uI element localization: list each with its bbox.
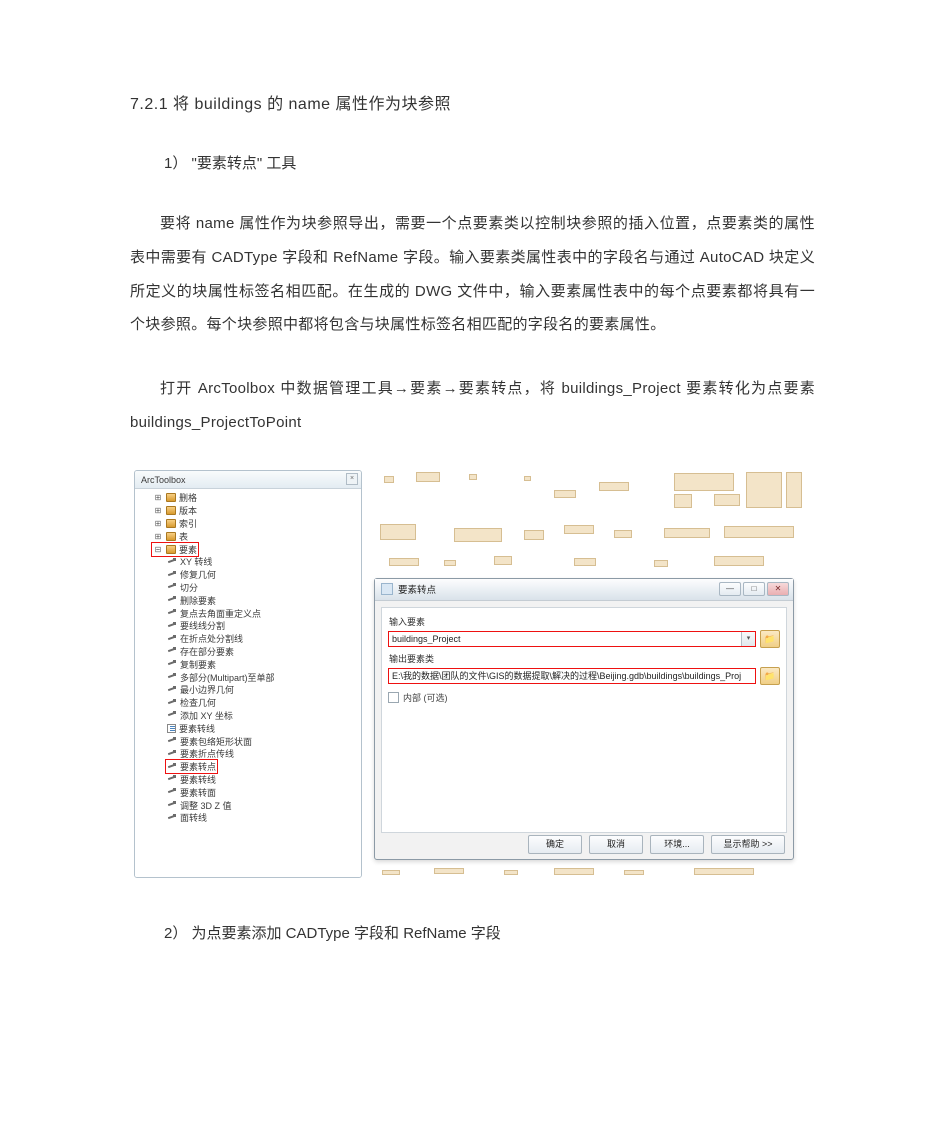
- tree-tool[interactable]: 复制要素: [139, 658, 361, 671]
- hammer-icon: [167, 659, 177, 669]
- hammer-icon: [167, 762, 177, 772]
- feature-to-point-dialog: 要素转点 — □ ✕ 输入要素 buildings_Project ▾ 📁 输出…: [374, 578, 794, 860]
- paragraph-2: 打开 ArcToolbox 中数据管理工具→要素→要素转点，将 building…: [130, 372, 815, 440]
- map-and-dialog-area: 要素转点 — □ ✕ 输入要素 buildings_Project ▾ 📁 输出…: [374, 470, 815, 878]
- dialog-title: 要素转点: [398, 582, 717, 596]
- toolbox-icon: [166, 545, 176, 554]
- arctoolbox-panel: ArcToolbox × 删格 版本 索引 表 要素 XY 转线 修复几何 切分…: [134, 470, 362, 878]
- hammer-icon: [167, 672, 177, 682]
- maximize-button[interactable]: □: [743, 582, 765, 596]
- tree-tool[interactable]: 多部分(Multipart)至单部: [139, 671, 361, 684]
- pin-icon[interactable]: ×: [346, 473, 358, 485]
- hammer-icon: [167, 736, 177, 746]
- tree-folder[interactable]: 版本: [139, 504, 361, 517]
- arctoolbox-title-text: ArcToolbox: [141, 475, 186, 485]
- step-2-label: 2） 为点要素添加 CADType 字段和 RefName 字段: [164, 922, 815, 943]
- tree-folder-features[interactable]: 要素: [139, 543, 361, 556]
- tree-tool[interactable]: 在折点处分割线: [139, 632, 361, 645]
- browse-output-button[interactable]: 📁: [760, 667, 780, 685]
- hammer-icon: [167, 646, 177, 656]
- tree-tool[interactable]: 要素转面: [139, 786, 361, 799]
- hammer-icon: [167, 621, 177, 631]
- hammer-icon: [167, 787, 177, 797]
- toolbox-icon: [166, 532, 176, 541]
- tree-tool[interactable]: 复点去角面重定义点: [139, 607, 361, 620]
- expand-icon[interactable]: [153, 531, 163, 541]
- ok-button[interactable]: 确定: [528, 835, 582, 854]
- expand-icon[interactable]: [153, 493, 163, 503]
- collapse-icon[interactable]: [153, 544, 163, 554]
- output-features-value: E:\我的数据\团队的文件\GIS的数据提取\解决的过程\Beijing.gdb…: [389, 669, 755, 682]
- output-features-field[interactable]: E:\我的数据\团队的文件\GIS的数据提取\解决的过程\Beijing.gdb…: [388, 668, 756, 684]
- tree-tool-feature-to-point[interactable]: 要素转点: [139, 760, 361, 773]
- script-icon: [167, 724, 176, 733]
- tree-tool[interactable]: 切分: [139, 581, 361, 594]
- figure-row: ArcToolbox × 删格 版本 索引 表 要素 XY 转线 修复几何 切分…: [134, 470, 815, 878]
- arctoolbox-tree[interactable]: 删格 版本 索引 表 要素 XY 转线 修复几何 切分 删除要素 复点去角面重定…: [135, 489, 361, 877]
- hammer-icon: [167, 595, 177, 605]
- environments-button[interactable]: 环境...: [650, 835, 704, 854]
- tree-tool[interactable]: 要素包络矩形状面: [139, 735, 361, 748]
- toolbox-icon: [166, 493, 176, 502]
- arctoolbox-titlebar: ArcToolbox ×: [135, 471, 361, 489]
- tree-tool[interactable]: 存在部分要素: [139, 645, 361, 658]
- tree-tool[interactable]: 添加 XY 坐标: [139, 709, 361, 722]
- tree-tool[interactable]: 要素折点传线: [139, 747, 361, 760]
- tree-tool[interactable]: 面转线: [139, 811, 361, 824]
- tree-tool[interactable]: 最小边界几何: [139, 683, 361, 696]
- tree-folder[interactable]: 删格: [139, 492, 361, 505]
- tree-tool[interactable]: 要线线分割: [139, 619, 361, 632]
- show-help-button[interactable]: 显示帮助 >>: [711, 835, 785, 854]
- hammer-icon: [167, 557, 177, 567]
- hammer-icon: [167, 634, 177, 644]
- hammer-icon: [167, 685, 177, 695]
- hammer-icon: [167, 608, 177, 618]
- tree-folder[interactable]: 索引: [139, 517, 361, 530]
- dialog-button-row: 确定 取消 环境... 显示帮助 >>: [528, 835, 785, 854]
- inside-checkbox-label: 内部 (可选): [403, 691, 448, 704]
- tree-tool[interactable]: 检查几何: [139, 696, 361, 709]
- hammer-icon: [167, 710, 177, 720]
- checkbox-icon[interactable]: [388, 692, 399, 703]
- tree-tool[interactable]: 删除要素: [139, 594, 361, 607]
- browse-input-button[interactable]: 📁: [760, 630, 780, 648]
- toolbox-icon: [166, 519, 176, 528]
- hammer-icon: [167, 749, 177, 759]
- dialog-titlebar[interactable]: 要素转点 — □ ✕: [375, 579, 793, 601]
- hammer-icon: [167, 800, 177, 810]
- input-features-combo[interactable]: buildings_Project ▾: [388, 631, 756, 647]
- hammer-icon: [167, 582, 177, 592]
- expand-icon[interactable]: [153, 506, 163, 516]
- input-features-value: buildings_Project: [389, 634, 741, 644]
- dialog-body: 输入要素 buildings_Project ▾ 📁 输出要素类 E:\我的数据…: [381, 607, 787, 833]
- section-heading: 7.2.1 将 buildings 的 name 属性作为块参照: [130, 90, 815, 114]
- tree-tool[interactable]: 要素转线: [139, 722, 361, 735]
- hammer-icon: [167, 774, 177, 784]
- tree-tool[interactable]: XY 转线: [139, 555, 361, 568]
- tree-tool[interactable]: 调整 3D Z 值: [139, 799, 361, 812]
- step-1-label: 1） "要素转点" 工具: [164, 152, 815, 173]
- cancel-button[interactable]: 取消: [589, 835, 643, 854]
- dropdown-icon[interactable]: ▾: [741, 632, 755, 646]
- minimize-button[interactable]: —: [719, 582, 741, 596]
- inside-checkbox-row[interactable]: 内部 (可选): [388, 691, 780, 704]
- expand-icon[interactable]: [153, 518, 163, 528]
- tree-tool[interactable]: 修复几何: [139, 568, 361, 581]
- output-features-label: 输出要素类: [389, 652, 780, 665]
- close-button[interactable]: ✕: [767, 582, 789, 596]
- tool-icon: [381, 583, 393, 595]
- paragraph-1: 要将 name 属性作为块参照导出，需要一个点要素类以控制块参照的插入位置，点要…: [130, 207, 815, 342]
- toolbox-icon: [166, 506, 176, 515]
- input-features-label: 输入要素: [389, 615, 780, 628]
- hammer-icon: [167, 570, 177, 580]
- tree-tool[interactable]: 要素转线: [139, 773, 361, 786]
- hammer-icon: [167, 698, 177, 708]
- hammer-icon: [167, 813, 177, 823]
